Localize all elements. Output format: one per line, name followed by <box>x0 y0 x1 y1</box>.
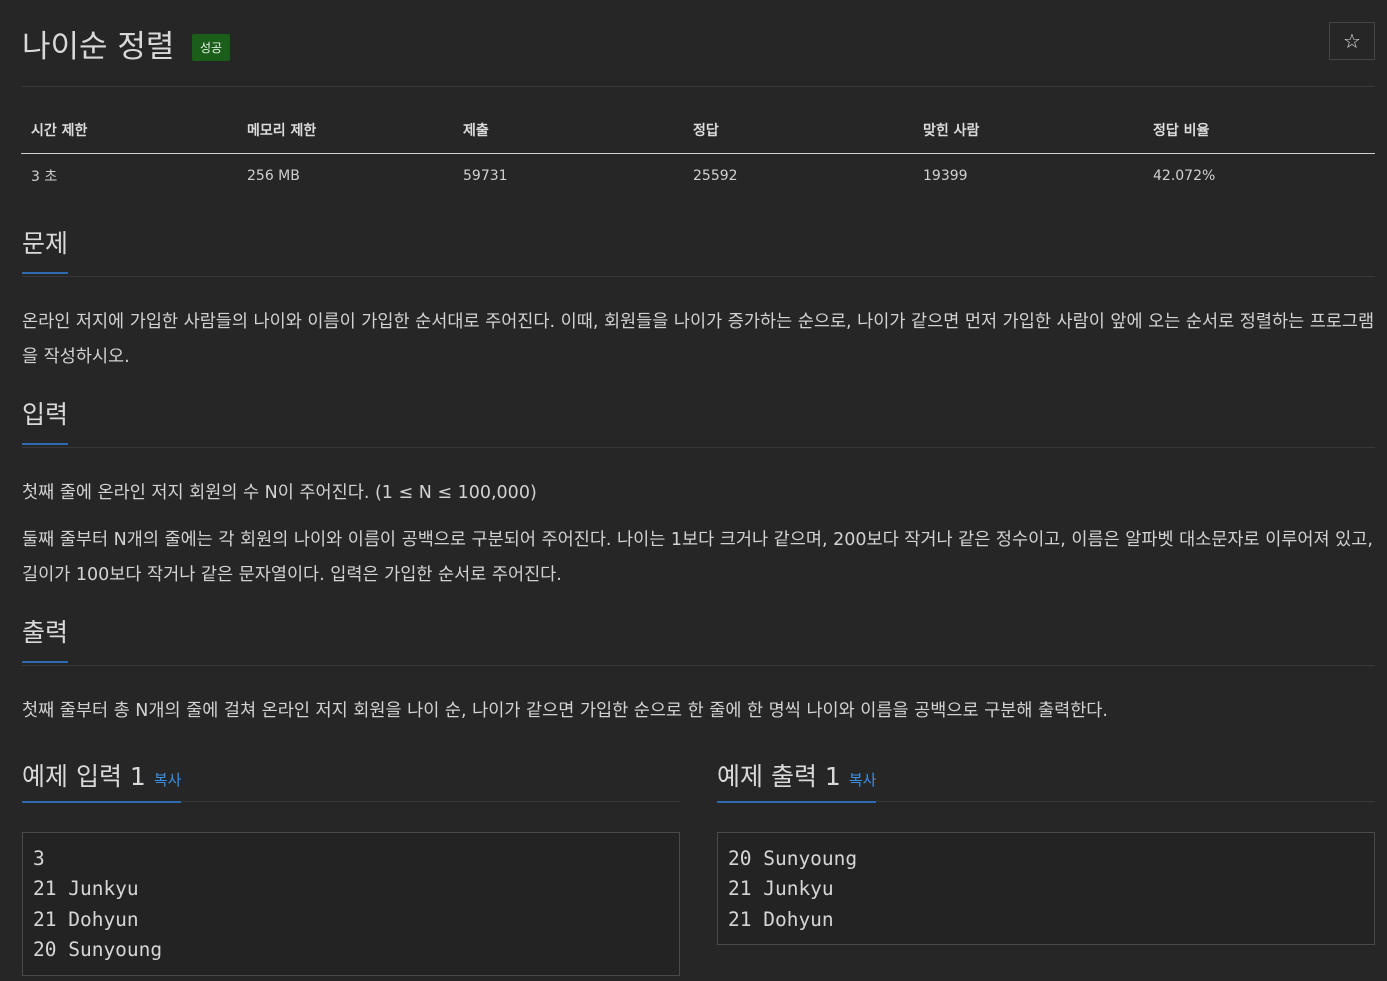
sample-input-title: 예제 입력 1 <box>22 762 146 791</box>
problem-header: 나이순 정렬 성공 ☆ <box>22 18 1375 87</box>
page-title: 나이순 정렬 <box>22 29 175 65</box>
section-problem-title: 문제 <box>22 224 69 274</box>
sample-output-box: 20 Sunyoung 21 Junkyu 21 Dohyun <box>717 832 1375 946</box>
status-badge: 성공 <box>192 34 231 61</box>
header-ratio: 정답 비율 <box>1143 108 1375 154</box>
copy-input-button[interactable]: 복사 <box>154 771 182 789</box>
sample-output-header: 예제 출력 1 복사 <box>717 745 1375 803</box>
header-time-limit: 시간 제한 <box>21 108 237 154</box>
submissions-value[interactable]: 59731 <box>453 154 683 199</box>
output-description: 첫째 줄부터 총 N개의 줄에 걸쳐 온라인 저지 회원을 나이 순, 나이가 … <box>22 701 1108 721</box>
memory-limit-value: 256 MB <box>247 168 300 184</box>
sample-output-heading: 예제 출력 1 복사 <box>717 757 877 803</box>
ratio-value: 42.072% <box>1153 168 1216 184</box>
problem-info-table: 시간 제한 메모리 제한 제출 정답 맞힌 사람 정답 비율 3 초 256 M… <box>21 108 1375 198</box>
input-description-line2: 둘째 줄부터 N개의 줄에는 각 회원의 나이와 이름이 공백으로 구분되어 주… <box>22 530 1373 585</box>
section-output-title: 출력 <box>22 613 69 663</box>
header-solvers: 맞힌 사람 <box>913 108 1143 154</box>
input-description-line1: 첫째 줄에 온라인 저지 회원의 수 N이 주어진다. (1 ≤ N ≤ 100… <box>22 483 537 503</box>
section-input-title: 입력 <box>22 395 69 445</box>
section-output-header: 출력 <box>22 611 1375 666</box>
section-problem-header: 문제 <box>22 222 1375 277</box>
accepted-value: 25592 <box>693 168 738 184</box>
sample-input-box: 3 21 Junkyu 21 Dohyun 20 Sunyoung <box>22 832 680 976</box>
solvers-value[interactable]: 19399 <box>913 154 1143 199</box>
star-button[interactable]: ☆ <box>1329 22 1375 60</box>
section-input-header: 입력 <box>22 393 1375 448</box>
header-submissions: 제출 <box>453 108 683 154</box>
header-accepted: 정답 <box>683 108 913 154</box>
sample-input-header: 예제 입력 1 복사 <box>22 745 680 803</box>
problem-description: 온라인 저지에 가입한 사람들의 나이와 이름이 가입한 순서대로 주어진다. … <box>22 312 1375 367</box>
sample-input-heading: 예제 입력 1 복사 <box>22 757 182 803</box>
header-memory-limit: 메모리 제한 <box>237 108 453 154</box>
star-icon: ☆ <box>1343 29 1361 53</box>
copy-output-button[interactable]: 복사 <box>849 771 877 789</box>
sample-output-title: 예제 출력 1 <box>717 762 841 791</box>
table-header-row: 시간 제한 메모리 제한 제출 정답 맞힌 사람 정답 비율 <box>21 108 1375 154</box>
table-row: 3 초 256 MB 59731 25592 19399 42.072% <box>21 154 1375 199</box>
time-limit-value: 3 초 <box>31 169 58 185</box>
